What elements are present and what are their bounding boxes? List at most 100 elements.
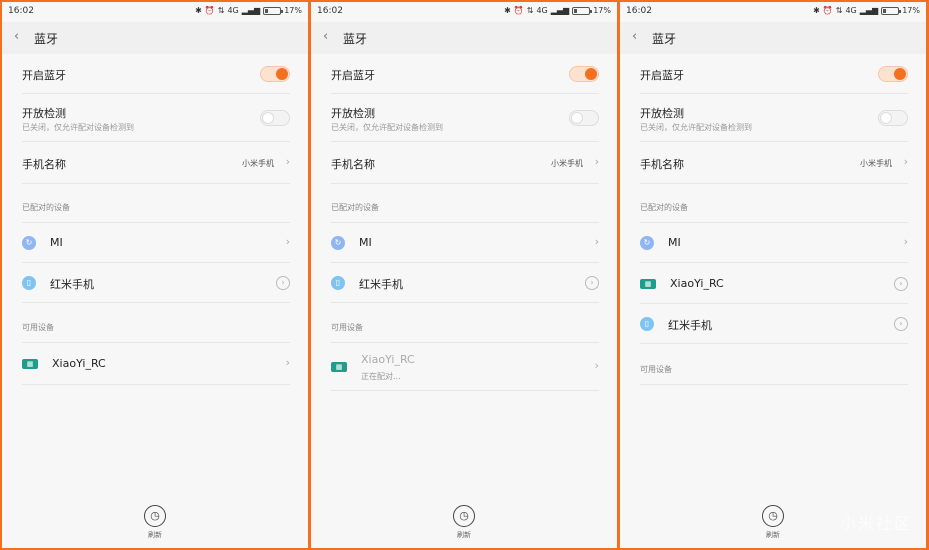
discover-label: 开放检测 [22, 107, 66, 120]
device-name: XiaoYi_RC [361, 353, 415, 366]
discover-row[interactable]: 开放检测 已关闭，仅允许配对设备检测到 [331, 94, 599, 142]
toggle-knob [571, 112, 583, 124]
toggle-knob [880, 112, 892, 124]
keyboard-icon: ▦ [331, 362, 347, 372]
toggle-knob [276, 68, 288, 80]
bluetooth-toggle[interactable] [569, 66, 599, 82]
status-bar: 16:02 ✱ ⏰ ⇅ 4G ▂▄▆ 17% [620, 2, 926, 22]
refresh-button[interactable]: ◷ 刷新 [762, 505, 784, 540]
phone-name-label: 手机名称 [640, 158, 684, 171]
panel-2: 16:02 ✱ ⏰ ⇅ 4G ▂▄▆ 17% ‹ 蓝牙 开启蓝牙 开放检测 已关… [311, 2, 617, 548]
chevron-right-icon: › [594, 359, 599, 372]
page-title: 蓝牙 [343, 32, 368, 46]
status-bar: 16:02 ✱ ⏰ ⇅ 4G ▂▄▆ 17% [2, 2, 308, 22]
status-bar: 16:02 ✱ ⏰ ⇅ 4G ▂▄▆ 17% [311, 2, 617, 22]
keyboard-icon: ▦ [640, 279, 656, 289]
section-available: 可用设备 [640, 364, 908, 385]
chevron-right-icon: › [594, 155, 599, 168]
pairing-status: 正在配对... [361, 372, 401, 381]
discover-label: 开放检测 [331, 107, 375, 120]
refresh-icon: ◷ [762, 505, 784, 527]
bluetooth-toggle-row[interactable]: 开启蓝牙 [331, 54, 599, 94]
toggle-knob [262, 112, 274, 124]
status-time: 16:02 [626, 6, 652, 16]
device-row-mi[interactable]: ↻ MI › [22, 223, 290, 263]
refresh-icon: ◷ [144, 505, 166, 527]
panel-3: 16:02 ✱ ⏰ ⇅ 4G ▂▄▆ 17% ‹ 蓝牙 开启蓝牙 开放检测 已关… [620, 2, 926, 548]
page-title: 蓝牙 [34, 32, 59, 46]
signal-icon: ▂▄▆ [550, 6, 570, 15]
section-paired: 已配对的设备 [331, 202, 599, 223]
section-paired: 已配对的设备 [22, 202, 290, 223]
status-icons: ✱ ⏰ ⇅ 4G ▂▄▆ 17% [504, 6, 611, 15]
toggle-knob [894, 68, 906, 80]
phone-icon: ▯ [640, 317, 654, 331]
toggle-knob [585, 68, 597, 80]
panel-1: 16:02 ✱ ⏰ ⇅ 4G ▂▄▆ 17% ‹ 蓝牙 开启蓝牙 开放检测 已关… [2, 2, 308, 548]
alarm-icon: ⏰ [822, 6, 833, 15]
bluetooth-toggle-label: 开启蓝牙 [640, 69, 684, 82]
refresh-label: 刷新 [766, 531, 780, 539]
phone-name-value: 小米手机 [242, 159, 274, 168]
battery-percent: 17% [593, 6, 611, 15]
refresh-icon: ◷ [453, 505, 475, 527]
battery-icon [881, 6, 902, 15]
bluetooth-toggle[interactable] [260, 66, 290, 82]
phone-name-row[interactable]: 手机名称 小米手机 › [22, 142, 290, 184]
watermark: 小米社区 [839, 514, 912, 533]
section-available: 可用设备 [331, 322, 599, 343]
discover-row[interactable]: 开放检测 已关闭，仅允许配对设备检测到 [22, 94, 290, 142]
device-row-redmi[interactable]: ▯ 红米手机 › [640, 304, 908, 344]
battery-percent: 17% [284, 6, 302, 15]
device-name: 红米手机 [359, 278, 403, 291]
back-button[interactable]: ‹ [14, 29, 19, 44]
bluetooth-toggle-label: 开启蓝牙 [331, 69, 375, 82]
back-button[interactable]: ‹ [632, 29, 637, 44]
phone-name-label: 手机名称 [331, 158, 375, 171]
refresh-button[interactable]: ◷ 刷新 [453, 505, 475, 540]
chevron-right-icon: › [285, 235, 290, 248]
network-type: 4G [536, 6, 548, 15]
device-row-xiaoyi[interactable]: ▦ XiaoYi_RC › [22, 343, 290, 385]
title-bar: ‹ 蓝牙 [2, 22, 308, 54]
bluetooth-device-icon: ↻ [22, 236, 36, 250]
bluetooth-toggle-row[interactable]: 开启蓝牙 [22, 54, 290, 94]
title-bar: ‹ 蓝牙 [620, 22, 926, 54]
device-name: MI [359, 236, 372, 249]
battery-icon [572, 6, 593, 15]
device-row-redmi[interactable]: ▯ 红米手机 › [22, 263, 290, 303]
device-row-mi[interactable]: ↻ MI › [640, 223, 908, 263]
phone-icon: ▯ [331, 276, 345, 290]
phone-name-row[interactable]: 手机名称 小米手机 › [640, 142, 908, 184]
refresh-button[interactable]: ◷ 刷新 [144, 505, 166, 540]
device-settings-button[interactable]: › [585, 276, 599, 290]
discover-toggle[interactable] [878, 110, 908, 126]
battery-icon [263, 6, 284, 15]
bluetooth-toggle-row[interactable]: 开启蓝牙 [640, 54, 908, 94]
page-title: 蓝牙 [652, 32, 677, 46]
discover-row[interactable]: 开放检测 已关闭，仅允许配对设备检测到 [640, 94, 908, 142]
device-name: 红米手机 [668, 319, 712, 332]
discover-toggle[interactable] [260, 110, 290, 126]
device-row-mi[interactable]: ↻ MI › [331, 223, 599, 263]
bluetooth-device-icon: ↻ [331, 236, 345, 250]
device-settings-button[interactable]: › [276, 276, 290, 290]
device-settings-button[interactable]: › [894, 277, 908, 291]
status-icons: ✱ ⏰ ⇅ 4G ▂▄▆ 17% [813, 6, 920, 15]
back-button[interactable]: ‹ [323, 29, 328, 44]
device-row-xiaoyi-pairing[interactable]: ▦ XiaoYi_RC 正在配对... › [331, 343, 599, 391]
device-settings-button[interactable]: › [894, 317, 908, 331]
alarm-icon: ⏰ [204, 6, 215, 15]
refresh-label: 刷新 [148, 531, 162, 539]
discover-toggle[interactable] [569, 110, 599, 126]
phone-name-row[interactable]: 手机名称 小米手机 › [331, 142, 599, 184]
device-row-redmi[interactable]: ▯ 红米手机 › [331, 263, 599, 303]
bluetooth-device-icon: ↻ [640, 236, 654, 250]
data-icon: ⇅ [835, 6, 843, 15]
bluetooth-toggle[interactable] [878, 66, 908, 82]
chevron-right-icon: › [594, 235, 599, 248]
signal-icon: ▂▄▆ [241, 6, 261, 15]
device-name: MI [50, 236, 63, 249]
data-icon: ⇅ [526, 6, 534, 15]
device-row-xiaoyi[interactable]: ▦ XiaoYi_RC › [640, 263, 908, 304]
